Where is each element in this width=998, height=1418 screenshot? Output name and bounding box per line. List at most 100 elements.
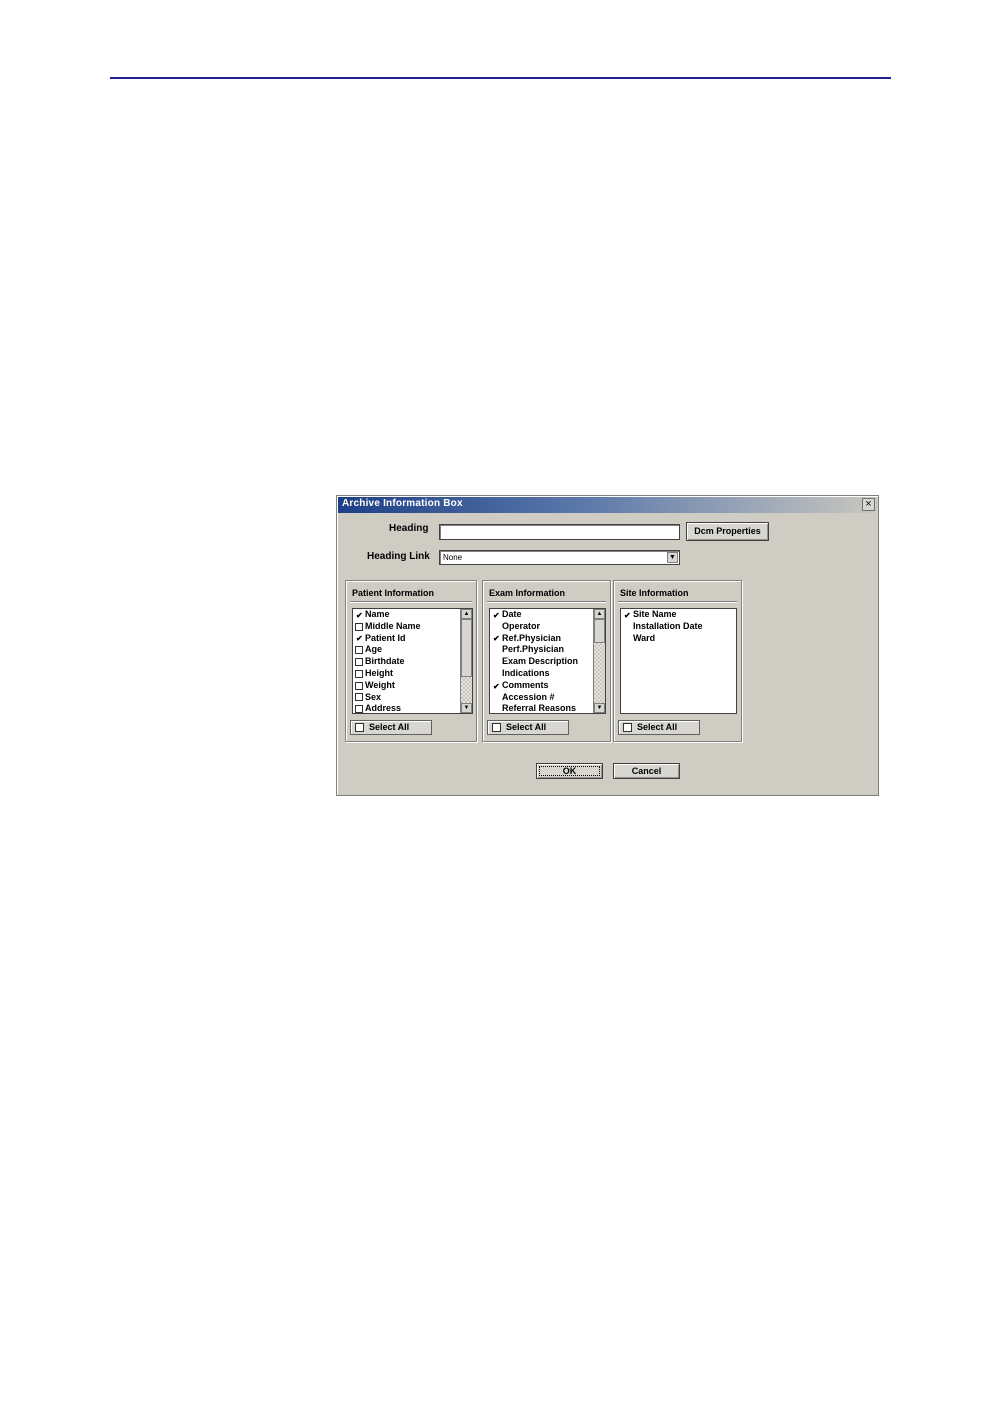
site-information-list[interactable]: ✔ Site Name Installation Date Ward: [620, 608, 737, 714]
exam-items: ✔ Date Operator ✔ Ref.Physician Perf.Physicia…: [490, 609, 605, 714]
scroll-up-icon[interactable]: ▲: [461, 609, 472, 619]
group-divider: [350, 601, 472, 602]
dcm-properties-button[interactable]: Dcm Properties: [686, 522, 769, 541]
list-item-label: Indications: [502, 667, 550, 678]
exam-select-all-button[interactable]: Select All: [487, 720, 569, 735]
list-item-label: Accession #: [502, 691, 555, 702]
ok-button[interactable]: OK: [536, 763, 603, 779]
patient-information-title: Patient Information: [352, 588, 435, 598]
list-item-label: Address: [365, 703, 402, 714]
heading-label: Heading: [389, 523, 429, 534]
patient-information-list[interactable]: ✔ Name Middle Name ✔ Patient Id Age Birthdate H…: [352, 608, 473, 714]
list-item[interactable]: Middle Name: [353, 621, 472, 633]
list-item-label: Name: [365, 609, 390, 619]
list-item[interactable]: Sex: [353, 692, 472, 704]
checkbox[interactable]: [355, 693, 363, 702]
list-item-label: Operator: [502, 620, 541, 631]
list-item-label: Referral Reasons: [502, 703, 577, 714]
site-select-all-button[interactable]: Select All: [618, 720, 700, 735]
page-header-rule: [110, 77, 891, 79]
patient-scrollbar[interactable]: ▲ ▼: [460, 609, 472, 713]
list-item-label: Ref.Physician: [502, 632, 562, 643]
patient-items: ✔ Name Middle Name ✔ Patient Id Age Birthdate H…: [353, 609, 472, 714]
list-item[interactable]: ✔ Ref.Physician: [490, 633, 605, 645]
patient-select-all-checkbox[interactable]: [355, 723, 364, 732]
list-item-label: Height: [365, 667, 393, 678]
patient-select-all-button[interactable]: Select All: [350, 720, 432, 735]
checkbox[interactable]: [355, 705, 363, 713]
checkbox[interactable]: [355, 646, 363, 655]
list-item[interactable]: ✔ Comments: [490, 680, 605, 692]
checkbox[interactable]: [492, 623, 500, 631]
list-item[interactable]: Installation Date: [621, 621, 736, 633]
list-item[interactable]: Accession #: [490, 692, 605, 704]
list-item[interactable]: Age: [353, 644, 472, 656]
heading-field-box: [439, 524, 680, 542]
list-item[interactable]: Birthdate: [353, 656, 472, 668]
site-items: ✔ Site Name Installation Date Ward: [621, 609, 736, 644]
exam-scrollbar[interactable]: ▲ ▼: [593, 609, 605, 713]
patient-select-all-label: Select All: [369, 722, 410, 732]
chevron-down-icon[interactable]: ▼: [667, 552, 678, 563]
list-item-label: Comments: [502, 679, 549, 690]
exam-information-list[interactable]: ✔ Date Operator ✔ Ref.Physician Perf.Physicia…: [489, 608, 606, 714]
heading-input[interactable]: [440, 528, 679, 542]
checkmark-icon[interactable]: ✔: [355, 611, 363, 619]
site-information-group: Site Information ✔ Site Name Installation …: [613, 580, 742, 742]
list-item[interactable]: ✔ Date: [490, 609, 605, 621]
list-item[interactable]: Address: [353, 703, 472, 714]
list-item-label: Installation Date: [633, 620, 703, 631]
list-item[interactable]: Indications: [490, 668, 605, 680]
list-item[interactable]: Height: [353, 668, 472, 680]
list-item-label: Birthdate: [365, 656, 405, 667]
list-item[interactable]: ✔ Name: [353, 609, 472, 621]
list-item-label: Middle Name: [365, 620, 421, 631]
list-item-label: Weight: [365, 679, 395, 690]
site-information-title: Site Information: [620, 588, 689, 598]
list-item-label: Site Name: [633, 609, 677, 619]
list-item-label: Age: [365, 644, 383, 655]
exam-select-all-checkbox[interactable]: [492, 723, 501, 732]
checkmark-icon[interactable]: ✔: [492, 634, 500, 643]
site-select-all-checkbox[interactable]: [623, 723, 632, 732]
checkbox[interactable]: [623, 623, 631, 631]
site-select-all-label: Select All: [637, 722, 678, 732]
checkbox[interactable]: [492, 646, 500, 654]
list-item[interactable]: Ward: [621, 633, 736, 645]
scroll-thumb[interactable]: [594, 619, 605, 643]
dialog-title-bar[interactable]: Archive Information Box ×: [338, 497, 877, 513]
checkmark-icon[interactable]: ✔: [492, 682, 500, 690]
checkmark-icon[interactable]: ✔: [623, 611, 631, 619]
list-item[interactable]: ✔ Site Name: [621, 609, 736, 621]
checkbox[interactable]: [492, 658, 500, 666]
scroll-down-icon[interactable]: ▼: [594, 703, 605, 713]
archive-information-dialog: Archive Information Box × Heading Dcm Pr…: [336, 495, 879, 796]
list-item[interactable]: Perf.Physician: [490, 644, 605, 656]
patient-information-group: Patient Information ✔ Name Middle Name ✔ Pat…: [345, 580, 477, 742]
checkmark-icon[interactable]: ✔: [492, 611, 500, 619]
list-item[interactable]: Exam Description: [490, 656, 605, 668]
checkbox[interactable]: [492, 693, 500, 701]
checkbox[interactable]: [355, 681, 363, 690]
scroll-down-icon[interactable]: ▼: [461, 703, 472, 713]
list-item[interactable]: Referral Reasons: [490, 703, 605, 714]
checkbox[interactable]: [623, 634, 631, 642]
heading-link-select[interactable]: None ▼: [439, 550, 680, 565]
checkbox[interactable]: [355, 669, 363, 678]
checkbox[interactable]: [355, 622, 363, 631]
list-item-label: Sex: [365, 691, 382, 702]
list-item[interactable]: Weight: [353, 680, 472, 692]
cancel-button[interactable]: Cancel: [613, 763, 680, 779]
checkbox[interactable]: [492, 670, 500, 678]
exam-information-group: Exam Information ✔ Date Operator ✔ Ref.Physi…: [482, 580, 611, 742]
list-item[interactable]: Operator: [490, 621, 605, 633]
scroll-thumb[interactable]: [461, 619, 472, 677]
list-item-label: Perf.Physician: [502, 644, 565, 655]
list-item[interactable]: ✔ Patient Id: [353, 633, 472, 645]
close-icon[interactable]: ×: [862, 498, 875, 511]
checkbox[interactable]: [355, 658, 363, 667]
checkbox[interactable]: [492, 705, 500, 713]
scroll-up-icon[interactable]: ▲: [594, 609, 605, 619]
checkmark-icon[interactable]: ✔: [355, 634, 363, 643]
exam-select-all-label: Select All: [506, 722, 547, 732]
